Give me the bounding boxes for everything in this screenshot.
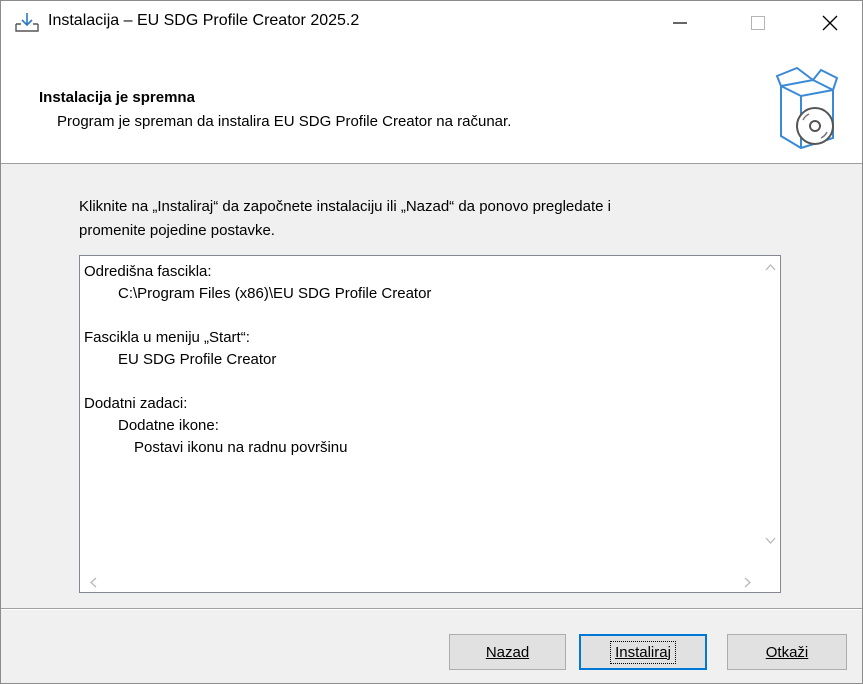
memo-line-value: Dodatne ikone: (118, 417, 219, 434)
minimize-button[interactable] (651, 1, 709, 44)
memo-line-value: EU SDG Profile Creator (118, 351, 277, 368)
install-button-label: Instaliraj (610, 640, 676, 664)
scroll-left-icon[interactable] (89, 577, 97, 591)
memo-line (84, 305, 764, 327)
memo-line: C:\Program Files (x86)\EU SDG Profile Cr… (84, 283, 764, 305)
memo-line-value: C:\Program Files (x86)\EU SDG Profile Cr… (118, 285, 432, 302)
software-box-cd-icon (775, 50, 839, 154)
memo-line: Odredišna fascikla: (84, 263, 212, 280)
footer-divider (1, 608, 862, 610)
maximize-icon (751, 15, 765, 30)
title-bar[interactable]: Instalacija – EU SDG Profile Creator 202… (1, 1, 862, 44)
maximize-button[interactable] (729, 1, 787, 44)
minimize-icon (673, 21, 687, 24)
cancel-button[interactable]: Otkaži (727, 634, 847, 670)
window-title: Instalacija – EU SDG Profile Creator 202… (48, 12, 360, 29)
scroll-up-icon[interactable] (765, 262, 776, 274)
memo-line: Dodatne ikone: (84, 415, 764, 437)
memo-line-value: Postavi ikonu na radnu površinu (134, 439, 348, 456)
vertical-scrollbar[interactable] (761, 256, 780, 556)
memo-line: Postavi ikonu na radnu površinu (84, 437, 764, 459)
intro-line-2: promenite pojedine postavke. (79, 222, 275, 239)
page-subtitle: Program je spreman da instalira EU SDG P… (57, 113, 512, 130)
memo-line (84, 371, 764, 393)
memo-line: EU SDG Profile Creator (84, 349, 764, 371)
scroll-right-icon[interactable] (744, 577, 752, 591)
close-button[interactable] (801, 1, 859, 44)
install-button[interactable]: Instaliraj (579, 634, 707, 670)
memo-line: Dodatni zadaci: (84, 395, 188, 412)
intro-line-1: Kliknite na „Instaliraj“ da započnete in… (79, 198, 611, 215)
memo-line: Fascikla u meniju „Start“: (84, 329, 250, 346)
close-icon (822, 15, 838, 30)
installer-window: Instalacija – EU SDG Profile Creator 202… (0, 0, 863, 684)
page-title: Instalacija je spremna (39, 89, 195, 106)
memo-text: Odredišna fascikla: C:\Program Files (x8… (84, 261, 764, 459)
horizontal-scrollbar[interactable] (80, 573, 761, 592)
ready-memo-box[interactable]: Odredišna fascikla: C:\Program Files (x8… (79, 255, 781, 593)
back-button[interactable]: Nazad (449, 634, 566, 670)
installer-download-icon (14, 11, 40, 35)
scroll-down-icon[interactable] (765, 536, 776, 548)
wizard-header: Instalacija je spremna Program je sprema… (1, 44, 862, 164)
intro-text: Kliknite na „Instaliraj“ da započnete in… (79, 195, 779, 243)
